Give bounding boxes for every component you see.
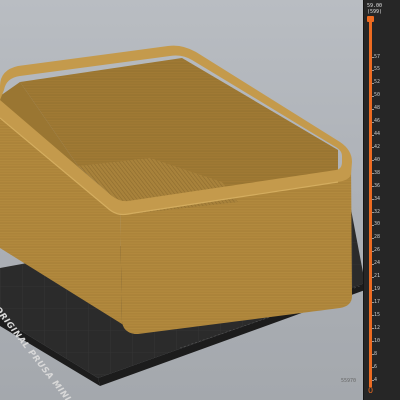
slider-tick-label: 30 — [374, 221, 381, 228]
slider-tick-mark — [372, 199, 374, 201]
scene-canvas — [0, 45, 363, 386]
slider-tick-label: 44 — [374, 131, 381, 138]
slider-tick-label: 50 — [374, 92, 381, 99]
slider-bottom-label: 0 — [367, 386, 374, 395]
slider-tick-mark — [372, 224, 374, 226]
slider-tick-label: 21 — [374, 273, 381, 280]
slider-tick-label: 46 — [374, 118, 381, 125]
slider-tick-mark — [372, 57, 374, 58]
slider-tick-mark — [372, 69, 374, 71]
slider-tick-label: 55 — [374, 66, 381, 73]
slider-tick-label: 12 — [374, 324, 381, 331]
slider-tick-label: 28 — [374, 234, 381, 241]
bed-coordinate-readout: 55970 — [341, 378, 357, 384]
slider-tick-label: 34 — [374, 195, 381, 202]
slider-tick-mark — [372, 147, 374, 149]
slider-tick-label: 48 — [374, 105, 381, 112]
slider-tick-mark — [372, 95, 374, 97]
slider-tick-mark — [372, 82, 374, 84]
slider-tick-mark — [372, 289, 374, 291]
slider-tick-mark — [372, 315, 374, 317]
slider-tick-mark — [372, 367, 374, 369]
slider-tick-mark — [372, 250, 374, 252]
slider-tick-label: 32 — [374, 208, 381, 215]
3d-viewport[interactable]: ORIGINAL PRUSA MINI 55970 — [0, 0, 363, 400]
slider-tick-label: 24 — [374, 260, 381, 267]
slider-tick-mark — [372, 108, 374, 110]
slider-tick-mark — [372, 134, 374, 136]
slider-tick-label: 52 — [374, 79, 381, 86]
slider-tick-label: 15 — [374, 311, 381, 318]
slider-tick-label: 36 — [374, 182, 381, 189]
slider-tick-mark — [372, 263, 374, 265]
slider-tick-labels: 57 55 52 50 48 46 44 42 40 38 36 34 32 30 28 26 24 21 19 17… — [364, 0, 400, 400]
slider-tick-label: 38 — [374, 169, 381, 176]
slider-tick-mark — [372, 341, 374, 343]
slider-tick-mark — [372, 328, 374, 330]
slider-tick-label: 40 — [374, 156, 381, 163]
slider-tick-mark — [372, 237, 374, 239]
layer-slider[interactable]: 59.00 (599) 57 55 52 50 48 46 44 42 40 38 36 34 32 30… — [363, 0, 400, 400]
slider-tick-mark — [372, 212, 374, 214]
slider-tick-mark — [372, 160, 374, 162]
slider-bottom-handle[interactable]: 0 — [367, 386, 374, 395]
slider-tick-label: 26 — [374, 247, 381, 254]
slider-tick-mark — [372, 302, 374, 304]
slider-tick-label: 10 — [374, 337, 381, 344]
slider-tick-label: 19 — [374, 286, 381, 293]
slider-tick-label: 4 — [374, 376, 378, 383]
slider-tick-mark — [372, 186, 374, 188]
slider-tick-mark — [372, 276, 374, 278]
slider-tick-label: 17 — [374, 298, 381, 305]
slider-tick-label: 8 — [374, 350, 378, 357]
slider-tick-mark — [372, 380, 374, 381]
slider-tick-mark — [372, 173, 374, 175]
slider-tick-mark — [372, 354, 374, 356]
slider-tick-label: 6 — [374, 363, 378, 370]
slider-tick-label: 42 — [374, 143, 381, 150]
slider-tick-label: 57 — [374, 53, 381, 60]
slider-tick-mark — [372, 121, 374, 123]
